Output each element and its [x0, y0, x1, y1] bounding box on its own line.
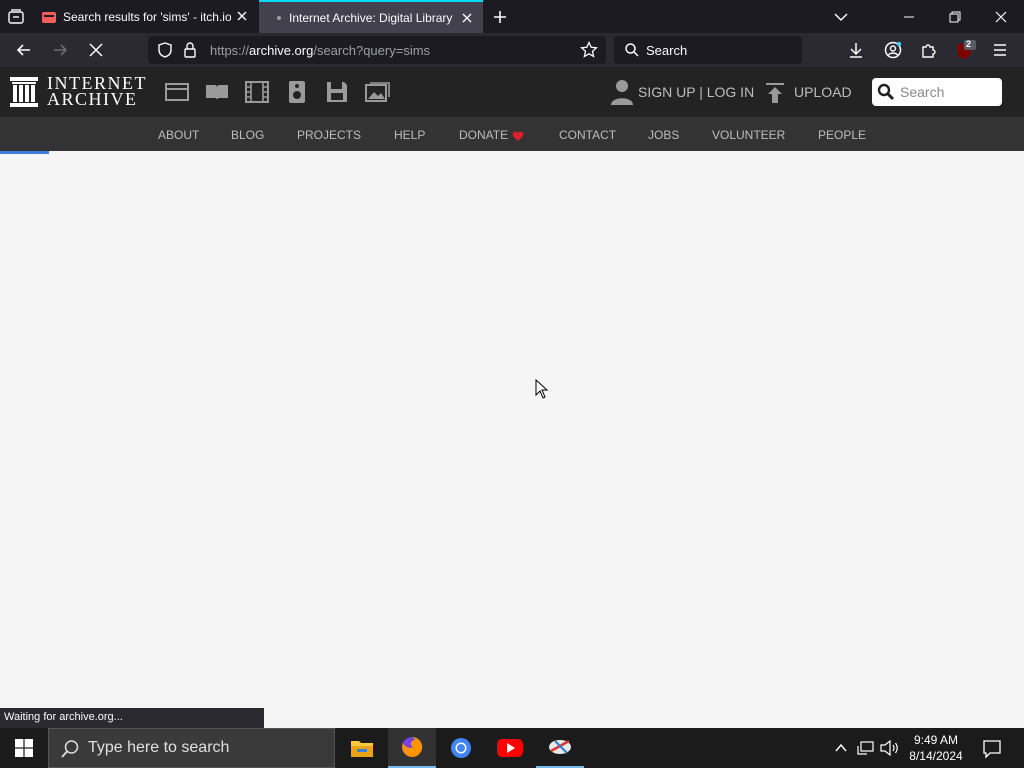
url-scheme: https://	[210, 43, 250, 58]
action-center-notification-icon[interactable]	[982, 739, 1002, 764]
upload-arrow-icon[interactable]	[765, 82, 785, 109]
upload-link[interactable]: UPLOAD	[794, 84, 852, 100]
logo-line-2: ARCHIVE	[47, 89, 138, 109]
sign-up-log-in-link[interactable]: SIGN UP | LOG IN	[638, 84, 754, 100]
url-text[interactable]: https://archive.org/search?query=sims	[210, 43, 430, 58]
taskbar-search-icon	[60, 739, 80, 764]
url-domain: archive.org	[249, 43, 314, 58]
file-explorer-icon[interactable]	[338, 728, 386, 768]
search-icon	[624, 42, 640, 63]
tab-itchio[interactable]: Search results for 'sims' - itch.io	[33, 0, 258, 33]
restore-icon[interactable]	[932, 0, 978, 33]
nav-volunteer[interactable]: VOLUNTEER	[712, 128, 785, 142]
ia-logo-temple-icon[interactable]	[10, 77, 38, 112]
nav-projects[interactable]: PROJECTS	[297, 128, 361, 142]
tab-title: Internet Archive: Digital Library	[289, 10, 453, 25]
taskbar-search-placeholder: Type here to search	[88, 739, 230, 756]
browser-search-bar[interactable]: Search	[614, 36, 802, 64]
ia-nav-bar: ABOUT BLOG PROJECTS HELP DONATE CONTACT …	[0, 117, 1024, 151]
show-hidden-icons-chevron-icon[interactable]	[834, 741, 848, 760]
nav-help[interactable]: HELP	[394, 128, 425, 142]
nav-people[interactable]: PEOPLE	[818, 128, 866, 142]
software-floppy-icon[interactable]	[324, 80, 350, 104]
ia-logo-text[interactable]: INTERNET ARCHIVE	[47, 74, 147, 109]
youtube-icon[interactable]	[486, 728, 534, 768]
downloads-icon[interactable]	[846, 40, 866, 60]
taskbar-search-box[interactable]: Type here to search	[48, 728, 335, 768]
back-icon[interactable]	[14, 40, 34, 60]
system-clock[interactable]: 9:49 AM 8/14/2024	[906, 732, 966, 764]
chrome-icon[interactable]	[437, 728, 485, 768]
extensions-puzzle-icon[interactable]	[919, 40, 939, 60]
nav-contact[interactable]: CONTACT	[559, 128, 616, 142]
extension-badge-count: 2	[966, 39, 972, 49]
tab-internet-archive[interactable]: Internet Archive: Digital Library	[259, 0, 483, 33]
account-icon[interactable]	[883, 40, 903, 60]
ia-search-placeholder: Search	[900, 84, 945, 100]
mouse-pointer-icon	[535, 378, 549, 404]
network-icon[interactable]	[857, 740, 875, 761]
nav-jobs[interactable]: JOBS	[648, 128, 679, 142]
web-archive-icon[interactable]	[164, 80, 190, 104]
windows-start-icon[interactable]	[15, 739, 33, 762]
lock-icon[interactable]	[182, 41, 198, 64]
ublock-origin-icon[interactable]: 2	[954, 39, 976, 60]
user-person-icon[interactable]	[611, 79, 633, 110]
donate-heart-icon[interactable]	[512, 129, 524, 147]
loading-dot-icon	[277, 15, 281, 20]
nav-about[interactable]: ABOUT	[158, 128, 199, 142]
firefox-icon[interactable]	[388, 728, 436, 768]
url-path: /search?query=sims	[313, 43, 431, 58]
page-loading-progress-bar	[0, 151, 49, 154]
close-window-icon[interactable]	[978, 0, 1024, 33]
windows-taskbar: Type here to search 9:49 AM 8/14/2024	[0, 728, 1024, 768]
volume-speaker-icon[interactable]	[880, 739, 900, 761]
tab-title: Search results for 'sims' - itch.io	[63, 9, 231, 24]
new-tab-icon[interactable]	[491, 8, 509, 31]
navigation-toolbar: https://archive.org/search?query=sims Se…	[0, 33, 1024, 67]
nav-blog[interactable]: BLOG	[231, 128, 264, 142]
list-all-tabs-icon[interactable]	[832, 8, 850, 31]
browser-tab-strip: Search results for 'sims' - itch.io Inte…	[0, 0, 1024, 33]
bookmark-star-icon[interactable]	[580, 40, 598, 64]
url-bar[interactable]: https://archive.org/search?query=sims	[148, 36, 606, 64]
search-placeholder: Search	[646, 43, 688, 58]
texts-book-icon[interactable]	[204, 80, 230, 104]
clock-date: 8/14/2024	[909, 749, 963, 763]
forward-icon[interactable]	[50, 40, 70, 60]
nav-donate[interactable]: DONATE	[459, 128, 508, 142]
tab-list-icon[interactable]	[7, 8, 25, 31]
sims-game-icon[interactable]	[536, 728, 584, 768]
clock-time: 9:49 AM	[913, 733, 959, 747]
ia-search-input[interactable]: Search	[872, 78, 1002, 106]
app-menu-hamburger-icon[interactable]	[990, 40, 1010, 60]
stop-loading-icon[interactable]	[86, 40, 106, 60]
audio-speaker-icon[interactable]	[284, 80, 310, 104]
tracking-protection-shield-icon[interactable]	[156, 41, 174, 64]
close-tab-icon[interactable]	[459, 10, 475, 26]
search-magnifier-icon	[877, 83, 895, 106]
close-tab-icon[interactable]	[234, 8, 250, 24]
minimize-icon[interactable]	[886, 0, 932, 33]
images-picture-icon[interactable]	[364, 80, 390, 104]
itchio-favicon-icon	[42, 11, 56, 23]
video-film-icon[interactable]	[244, 80, 270, 104]
ia-header: INTERNET ARCHIVE SIGN UP | LOG IN UPLOAD…	[0, 67, 1024, 117]
browser-status-bar: Waiting for archive.org...	[0, 708, 264, 728]
